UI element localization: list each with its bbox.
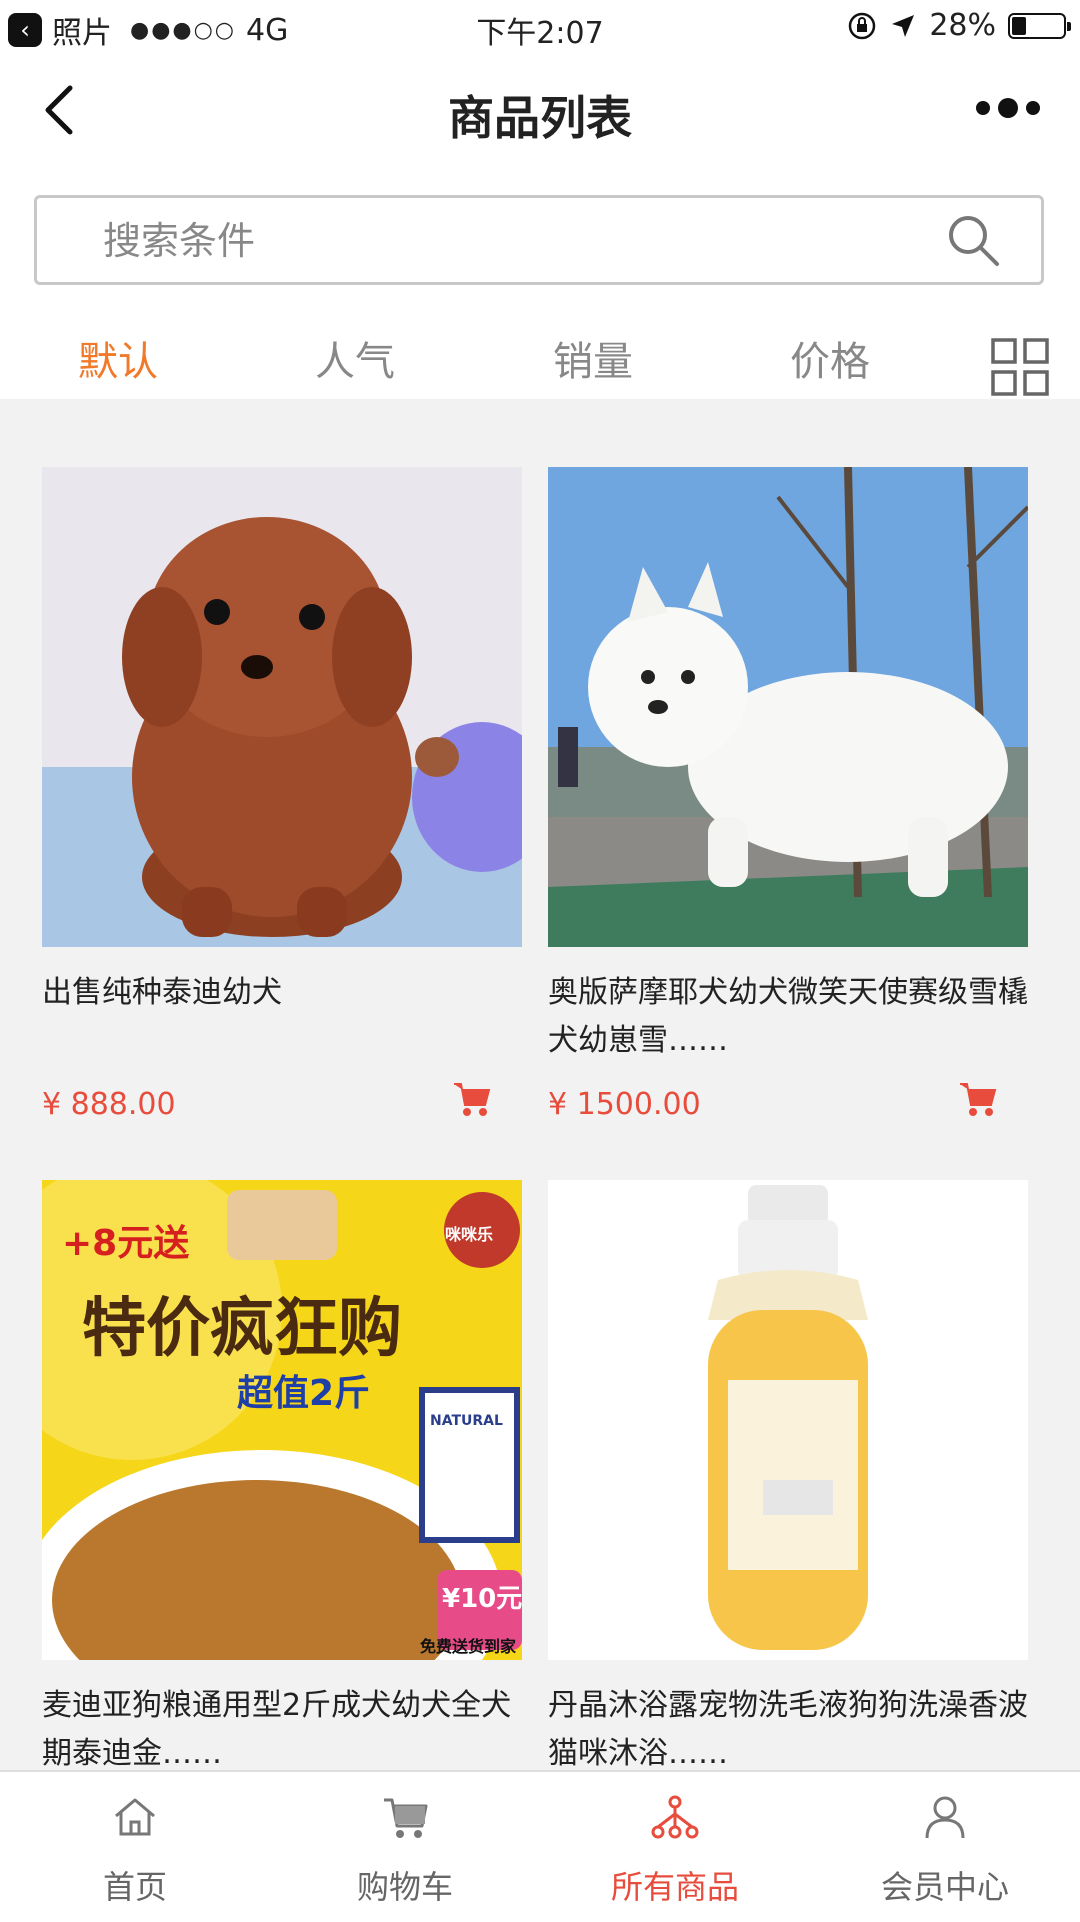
- product-card[interactable]: +8元送 特价疯狂购 超值2斤 咪咪乐 NATURAL ¥10元 免费送货到家 …: [42, 1180, 522, 1778]
- network-icon: [651, 1795, 699, 1839]
- search-input[interactable]: [101, 198, 905, 284]
- cart-icon: [384, 1798, 428, 1838]
- product-card[interactable]: 出售纯种泰迪幼犬 ¥ 888.00: [42, 467, 522, 1122]
- tab-label: 首页: [102, 1868, 167, 1906]
- grid-view-icon[interactable]: [990, 337, 1050, 397]
- signal-icon: ●●●○○: [130, 17, 236, 43]
- page-title: 商品列表: [448, 91, 632, 145]
- bottom-tab-bar: 首页 购物车 所有商品 会员中心: [0, 1770, 1080, 1922]
- product-image-poodle[interactable]: [42, 467, 522, 947]
- tab-label: 会员中心: [880, 1868, 1009, 1906]
- product-image-dog-food[interactable]: +8元送 特价疯狂购 超值2斤 咪咪乐 NATURAL ¥10元 免费送货到家: [42, 1180, 522, 1660]
- add-to-cart-icon[interactable]: [958, 1079, 998, 1119]
- food-ad-headline: 特价疯狂购: [82, 1292, 402, 1366]
- product-card[interactable]: 奥版萨摩耶犬幼犬微笑天使赛级雪橇犬幼崽雪…… ¥ 1500.00: [548, 467, 1028, 1122]
- search-section: [0, 167, 1080, 297]
- sort-tab-popularity[interactable]: 人气: [315, 329, 395, 387]
- product-price: ¥ 888.00: [42, 1087, 176, 1122]
- search-icon[interactable]: [945, 212, 1001, 268]
- tab-home[interactable]: 首页: [0, 1772, 270, 1922]
- tab-label: 所有商品: [610, 1868, 739, 1906]
- home-icon: [115, 1798, 155, 1836]
- food-ad-bag-label: NATURAL: [430, 1413, 503, 1429]
- back-app-label[interactable]: 照片: [52, 8, 112, 52]
- product-title[interactable]: 出售纯种泰迪幼犬: [42, 969, 522, 1065]
- food-ad-brand: 咪咪乐: [445, 1225, 493, 1244]
- rotation-lock-icon: [849, 12, 876, 39]
- product-card[interactable]: 丹晶沐浴露宠物洗毛液狗狗洗澡香波猫咪沐浴……: [548, 1180, 1028, 1778]
- location-arrow-icon: [892, 14, 915, 37]
- search-box: [34, 195, 1044, 285]
- sort-bar: 默认 人气 销量 价格: [0, 297, 1080, 399]
- product-image-samoyed[interactable]: [548, 467, 1028, 947]
- tab-member-center[interactable]: 会员中心: [810, 1772, 1080, 1922]
- food-ad-sub: 超值2斤: [237, 1373, 370, 1414]
- battery-percent: 28%: [929, 8, 996, 43]
- product-title[interactable]: 奥版萨摩耶犬幼犬微笑天使赛级雪橇犬幼崽雪……: [548, 969, 1028, 1065]
- tab-label: 购物车: [356, 1868, 453, 1906]
- nav-bar: 商品列表: [0, 52, 1080, 167]
- battery-icon: [1008, 12, 1071, 39]
- product-title[interactable]: 麦迪亚狗粮通用型2斤成犬幼犬全犬期泰迪金……: [42, 1682, 522, 1778]
- sort-tab-price[interactable]: 价格: [790, 329, 870, 387]
- product-price: ¥ 1500.00: [548, 1087, 701, 1122]
- user-icon: [925, 1796, 965, 1839]
- tab-all-products[interactable]: 所有商品: [540, 1772, 810, 1922]
- more-dots-icon[interactable]: [976, 98, 1040, 118]
- food-ad-badge: ¥10元: [442, 1584, 522, 1614]
- network-label: 4G: [245, 12, 289, 48]
- food-ad-promo: +8元送: [62, 1223, 189, 1264]
- chevron-left-icon[interactable]: [30, 80, 90, 140]
- sort-tab-sales[interactable]: 销量: [553, 329, 633, 387]
- status-bar: ‹ 照片 ●●●○○ 4G 下午2:07 28%: [0, 0, 1080, 52]
- product-image-shampoo[interactable]: [548, 1180, 1028, 1660]
- back-to-app-icon[interactable]: ‹: [8, 13, 42, 47]
- product-title[interactable]: 丹晶沐浴露宠物洗毛液狗狗洗澡香波猫咪沐浴……: [548, 1682, 1028, 1778]
- tab-cart[interactable]: 购物车: [270, 1772, 540, 1922]
- food-ad-delivery: 免费送货到家: [420, 1637, 517, 1656]
- add-to-cart-icon[interactable]: [452, 1079, 492, 1119]
- clock: 下午2:07: [476, 16, 604, 51]
- sort-tab-default[interactable]: 默认: [78, 329, 158, 387]
